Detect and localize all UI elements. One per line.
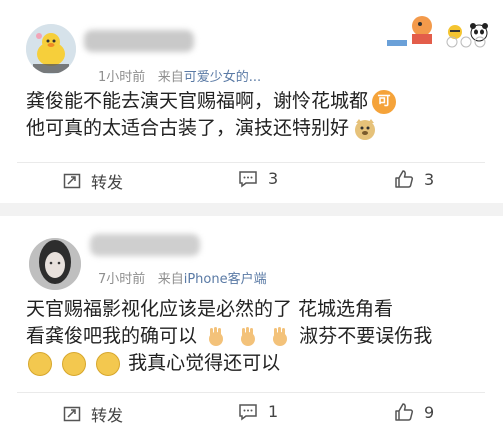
content-text: 龚俊能不能去演天官赐福啊，谢怜花城都 <box>26 90 369 112</box>
content-text: 他可真的太适合古装了，演技还特别好 <box>26 117 350 139</box>
repost-icon <box>63 173 81 189</box>
action-bar: 转发 1 9 <box>0 402 503 430</box>
content-line: 他可真的太适合古装了，演技还特别好 <box>26 115 486 142</box>
post-content: 龚俊能不能去演天官赐福啊，谢怜花城都可 他可真的太适合古装了，演技还特别好 <box>26 88 486 142</box>
content-text: 我真心觉得还可以 <box>128 352 281 374</box>
like-count: 3 <box>424 169 435 189</box>
content-line: 天官赐福影视化应该是必然的了 花城选角看 <box>26 296 432 323</box>
decoration-sticker-icon <box>382 12 492 56</box>
ok-hand-emoji-icon <box>269 326 291 348</box>
post-source-link[interactable]: iPhone客户端 <box>184 272 267 287</box>
username-redacted[interactable] <box>84 30 194 52</box>
username-redacted[interactable] <box>90 234 200 256</box>
comment-button[interactable]: 1 <box>238 402 278 421</box>
like-icon <box>395 403 414 421</box>
post-separator <box>0 203 503 216</box>
content-line: 我真心觉得还可以 <box>26 350 432 377</box>
ok-hand-emoji-icon <box>205 326 227 348</box>
action-divider <box>17 162 485 163</box>
post-content: 天官赐福影视化应该是必然的了 花城选角看 看龚俊吧我的确可以 淑芬不要误伤我 我… <box>26 296 432 377</box>
post-meta: 7小时前 来自iPhone客户端 <box>98 268 267 287</box>
repost-label: 转发 <box>91 173 124 192</box>
sweat-face-emoji-icon <box>96 351 121 376</box>
comment-icon <box>239 403 257 420</box>
from-label: 来自 <box>157 70 184 85</box>
action-bar: 转发 3 3 <box>0 169 503 197</box>
action-divider <box>17 392 485 393</box>
comment-count: 3 <box>268 169 279 188</box>
content-line: 看龚俊吧我的确可以 淑芬不要误伤我 <box>26 323 432 350</box>
like-icon <box>395 170 414 188</box>
post-time: 1小时前 <box>98 70 146 85</box>
content-line: 龚俊能不能去演天官赐福啊，谢怜花城都可 <box>26 88 486 115</box>
avatar[interactable] <box>26 24 76 74</box>
post-source-link[interactable]: 可爱少女的... <box>184 70 261 85</box>
duck-avatar-icon <box>26 24 76 74</box>
comment-count: 1 <box>268 402 279 421</box>
weibo-post-1: 1小时前 来自可爱少女的... 龚俊能不能去演天官赐福啊，谢怜花城都可 他可真的… <box>0 0 503 203</box>
coin-emoji-icon: 可 <box>372 89 397 114</box>
comment-button[interactable]: 3 <box>238 169 278 188</box>
like-button[interactable]: 9 <box>394 402 434 422</box>
repost-button[interactable]: 转发 <box>63 402 123 426</box>
sweat-face-emoji-icon <box>28 351 52 376</box>
comment-icon <box>239 170 257 187</box>
post-meta: 1小时前 来自可爱少女的... <box>98 66 261 85</box>
from-label: 来自 <box>157 272 184 287</box>
repost-icon <box>63 406 81 422</box>
post-time: 7小时前 <box>98 272 146 287</box>
repost-label: 转发 <box>91 406 124 425</box>
weibo-post-2: 7小时前 来自iPhone客户端 天官赐福影视化应该是必然的了 花城选角看 看龚… <box>0 216 503 446</box>
repost-button[interactable]: 转发 <box>63 169 123 193</box>
content-text: 天官赐福影视化应该是必然的了 花城选角看 <box>26 298 394 320</box>
sweat-face-emoji-icon <box>62 351 87 376</box>
avatar[interactable] <box>29 238 81 290</box>
portrait-avatar-icon <box>29 238 81 290</box>
content-text: 淑芬不要误伤我 <box>299 325 433 347</box>
content-text: 看龚俊吧我的确可以 <box>26 325 198 347</box>
like-button[interactable]: 3 <box>394 169 434 189</box>
ok-hand-emoji-icon <box>237 326 259 348</box>
doge-emoji-icon <box>353 117 377 141</box>
like-count: 9 <box>424 402 435 422</box>
